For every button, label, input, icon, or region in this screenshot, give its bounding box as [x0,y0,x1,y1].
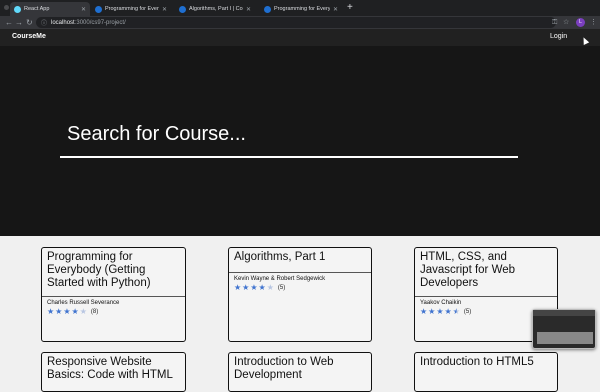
close-icon[interactable]: ✕ [333,6,338,13]
search-underline [60,156,518,158]
profile-avatar[interactable]: L [576,18,585,27]
star-icon: ★ [234,283,242,292]
menu-kebab-icon[interactable]: ⋮ [590,17,597,28]
course-author: Yaakov Chaikin [420,300,462,306]
login-button[interactable]: Login [550,33,567,40]
tab-title: Programming for Everybody (G [274,6,330,12]
half-star-icon: ★ [452,307,460,316]
avatar: L [576,18,585,27]
course-card[interactable]: Introduction to HTML5 [414,352,558,392]
star-icon: ★ [266,283,274,292]
browser-tab-bar: React App ✕ Programming for Everybody (G… [0,0,600,16]
course-title: HTML, CSS, and Javascript for Web Develo… [420,251,516,289]
tab-title: Programming for Everybody (G [105,6,159,12]
star-bookmark-icon[interactable]: ☆ [563,17,569,28]
url-path: :3000/cs97-project/ [74,19,126,26]
tab-react-app[interactable]: React App ✕ [10,2,90,16]
info-icon[interactable]: ⓘ [41,18,47,27]
star-icon: ★ [428,307,436,316]
close-icon[interactable]: ✕ [81,6,86,13]
course-title: Responsive Website Basics: Code with HTM… [47,356,173,381]
close-icon[interactable]: ✕ [162,6,167,13]
tab-title: React App [24,6,50,12]
thumbnail-content [537,332,593,344]
close-icon[interactable]: ✕ [246,6,251,13]
brand-logo[interactable]: CourseMe [12,33,46,40]
search-input[interactable]: Search for Course... [67,123,246,146]
key-icon[interactable]: ⚿ [552,17,557,28]
tab-programming-for-everybody[interactable]: Programming for Everybody (G ✕ [91,2,171,16]
tab-title: Algorithms, Part I | Coursera [189,6,243,12]
course-title: Introduction to HTML5 [420,356,534,368]
star-icon: ★ [444,307,452,316]
rating-count: (5) [463,308,472,315]
coursera-icon [95,5,102,13]
react-icon [14,5,21,13]
screenshot-thumbnail[interactable] [532,309,596,349]
address-bar[interactable]: ⓘ localhost:3000/cs97-project/ [36,17,556,28]
course-card[interactable]: Programming for Everybody (Getting Start… [41,247,186,342]
course-title: Algorithms, Part 1 [234,251,326,263]
tab-programming-for-everybody-2[interactable]: Programming for Everybody (G ✕ [260,2,342,16]
course-author: Charles Russell Severance [47,300,120,306]
coursera-icon [264,5,271,13]
reload-icon[interactable]: ↻ [26,17,33,28]
star-icon: ★ [242,283,250,292]
star-icon: ★ [55,307,63,316]
course-title: Programming for Everybody (Getting Start… [47,251,151,289]
forward-arrow-icon[interactable]: → [15,17,23,28]
star-icon: ★ [47,307,55,316]
course-author: Kevin Wayne & Robert Sedgewick [234,276,326,282]
star-icon: ★ [71,307,79,316]
url-text: localhost:3000/cs97-project/ [51,20,126,26]
course-card[interactable]: Introduction to Web Development [228,352,372,392]
course-title: Introduction to Web Development [234,356,334,381]
star-icon: ★ [420,307,428,316]
star-icon: ★ [436,307,444,316]
star-icon: ★ [79,307,87,316]
star-icon: ★ [258,283,266,292]
course-rating: ★ ★ ★ ★ ★ (8) [42,306,185,316]
course-card[interactable]: Responsive Website Basics: Code with HTM… [41,352,186,392]
thumbnail-header [533,310,595,316]
coursera-icon [179,5,186,13]
hero-search-section: Search for Course... [0,46,600,236]
back-arrow-icon[interactable]: ← [5,17,13,28]
course-rating: ★ ★ ★ ★ ★ (5) [229,282,371,292]
tab-algorithms[interactable]: Algorithms, Part I | Coursera ✕ [175,2,255,16]
new-tab-button[interactable]: + [347,2,353,14]
rating-count: (8) [90,308,99,315]
star-icon: ★ [63,307,71,316]
app-navbar: CourseMe Login [0,29,600,46]
course-card[interactable]: Algorithms, Part 1 Kevin Wayne & Robert … [228,247,372,342]
rating-count: (5) [277,284,286,291]
url-host: localhost [51,19,75,26]
browser-toolbar: ← → ↻ ⓘ localhost:3000/cs97-project/ ⚿ ☆… [0,16,600,29]
star-icon: ★ [250,283,258,292]
